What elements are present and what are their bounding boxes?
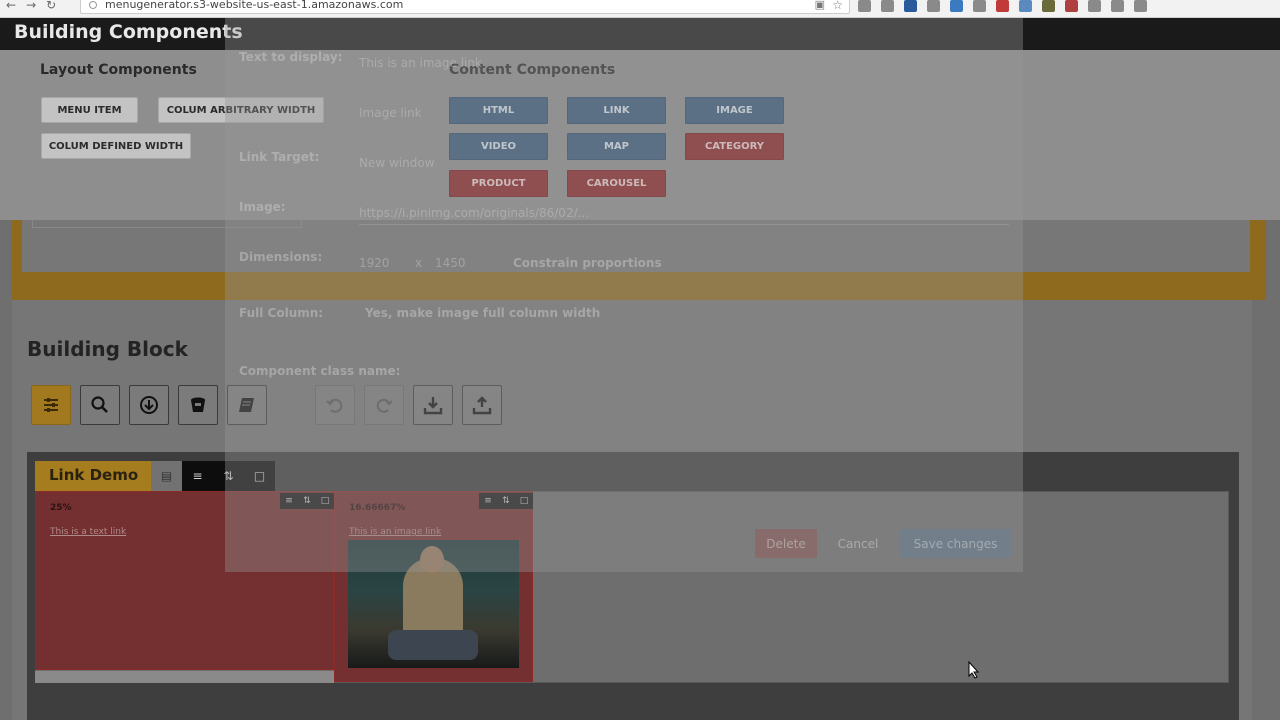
- block-name-tab[interactable]: Link Demo: [35, 461, 151, 491]
- extension-icon[interactable]: [973, 0, 986, 12]
- search-icon: [91, 396, 108, 413]
- save-changes-button[interactable]: Save changes: [900, 529, 1011, 558]
- extension-icon[interactable]: [858, 0, 871, 12]
- text-to-display-label: Text to display:: [239, 50, 343, 64]
- column-width-label: 25%: [50, 503, 72, 513]
- bucket-icon: [191, 397, 205, 412]
- search-button[interactable]: [80, 385, 120, 425]
- extension-icon[interactable]: [996, 0, 1009, 12]
- full-column-checkbox[interactable]: Yes, make image full column width: [365, 306, 600, 320]
- settings-sliders-icon: [44, 398, 58, 412]
- address-bar[interactable]: menugenerator.s3-website-us-east-1.amazo…: [80, 0, 850, 14]
- layout-components-heading: Layout Components: [40, 62, 197, 78]
- image-url-underline: [359, 224, 1009, 225]
- menu-icon[interactable]: [1134, 0, 1147, 12]
- full-column-label: Full Column:: [239, 306, 324, 320]
- building-block-heading: Building Block: [27, 337, 188, 361]
- width-input[interactable]: 1920: [359, 256, 390, 270]
- forward-icon[interactable]: →: [26, 0, 36, 12]
- browser-nav: ← → ↻: [6, 0, 56, 12]
- info-icon: [89, 1, 97, 9]
- extension-icon[interactable]: [950, 0, 963, 12]
- constrain-proportions-checkbox[interactable]: Constrain proportions: [513, 256, 662, 270]
- download-button[interactable]: [129, 385, 169, 425]
- dimensions-label: Dimensions:: [239, 250, 323, 264]
- extension-icon[interactable]: [1042, 0, 1055, 12]
- extension-icon[interactable]: [904, 0, 917, 12]
- cancel-button[interactable]: Cancel: [827, 529, 889, 558]
- column-footer: [35, 671, 334, 683]
- text-to-display-input[interactable]: This is an image link: [359, 56, 482, 70]
- component-class-label: Component class name:: [239, 364, 401, 378]
- settings-sliders-button[interactable]: [31, 385, 71, 425]
- delete-button[interactable]: Delete: [755, 529, 817, 558]
- back-icon[interactable]: ←: [6, 0, 16, 12]
- bookmark-star-icon[interactable]: ☆: [832, 0, 843, 11]
- reload-icon[interactable]: ↻: [46, 0, 56, 12]
- extension-icon[interactable]: [1111, 0, 1124, 12]
- bucket-button[interactable]: [178, 385, 218, 425]
- document-icon[interactable]: ▤: [151, 461, 182, 491]
- extension-icon[interactable]: [881, 0, 894, 12]
- link-target-label: Link Target:: [239, 150, 320, 164]
- image-label: Image:: [239, 200, 286, 214]
- menu-item-button[interactable]: MENU ITEM: [41, 97, 138, 123]
- link-target-select[interactable]: New window: [359, 156, 435, 170]
- extension-icons: [858, 0, 1147, 12]
- photo-legs: [388, 630, 478, 660]
- dimensions-separator: x: [415, 256, 423, 270]
- settings-sliders-icon[interactable]: ≡: [182, 461, 213, 491]
- image-link-input[interactable]: Image link: [359, 106, 422, 120]
- colum-defined-width-button[interactable]: COLUM DEFINED WIDTH: [41, 133, 191, 159]
- edit-link-modal: Text to display: This is an image link I…: [225, 18, 1023, 572]
- mouse-cursor-icon: [968, 661, 980, 679]
- height-input[interactable]: 1450: [435, 256, 466, 270]
- extension-icon[interactable]: [927, 0, 940, 12]
- text-link[interactable]: This is a text link: [50, 527, 126, 537]
- extension-icon[interactable]: [1065, 0, 1078, 12]
- url-text: menugenerator.s3-website-us-east-1.amazo…: [105, 0, 404, 11]
- extension-icon[interactable]: [1019, 0, 1032, 12]
- page-title: Building Components: [14, 21, 243, 43]
- image-url-input[interactable]: https://i.pinimg.com/originals/86/02/...: [359, 206, 589, 220]
- download-circle-icon: [140, 396, 158, 414]
- translate-icon[interactable]: ▣: [815, 0, 825, 11]
- extension-icon[interactable]: [1088, 0, 1101, 12]
